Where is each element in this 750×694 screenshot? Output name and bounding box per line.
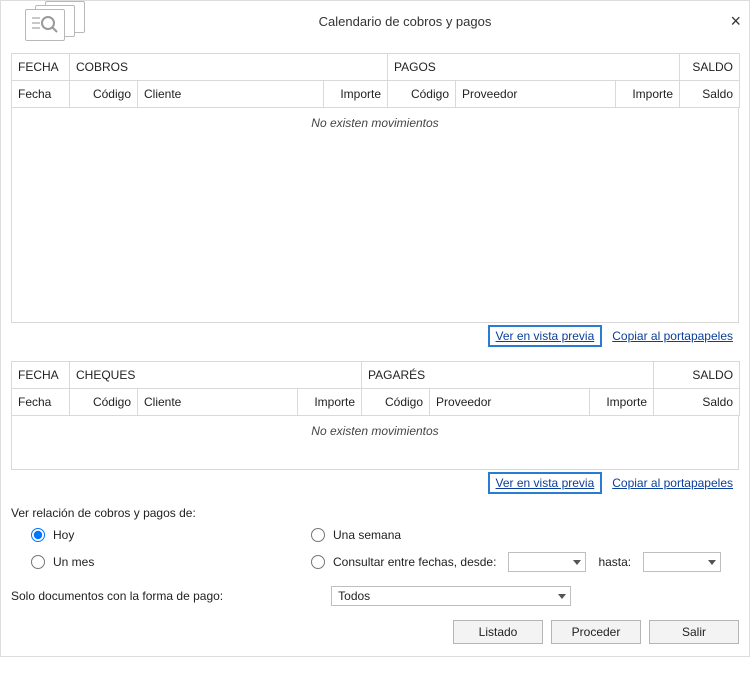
filter-title: Ver relación de cobros y pagos de: [11, 506, 739, 520]
radio-entre-input[interactable] [311, 555, 325, 569]
preview-link[interactable]: Ver en vista previa [490, 474, 601, 492]
empty-message: No existen movimientos [311, 424, 438, 438]
radio-entre-label: Consultar entre fechas, desde: [333, 555, 496, 569]
col-importe-pagos: Importe [616, 81, 680, 108]
preview-link[interactable]: Ver en vista previa [490, 327, 601, 345]
col-codigo-cheques: Código [70, 389, 138, 416]
dialog-title: Calendario de cobros y pagos [99, 14, 711, 29]
filter-controls: Ver relación de cobros y pagos de: Hoy U… [11, 502, 739, 606]
chevron-down-icon [573, 560, 581, 565]
radio-entre-fechas-row: Consultar entre fechas, desde: hasta: [311, 552, 739, 572]
radio-hoy-input[interactable] [31, 528, 45, 542]
table1-body: No existen movimientos [11, 108, 739, 323]
group-saldo: SALDO [680, 54, 740, 81]
title-bar: Calendario de cobros y pagos × [1, 1, 749, 41]
radio-semana-label: Una semana [333, 528, 401, 542]
radio-semana-input[interactable] [311, 528, 325, 542]
col-importe-cheques: Importe [298, 389, 362, 416]
radio-hoy-label: Hoy [53, 528, 74, 542]
radio-mes[interactable]: Un mes [31, 552, 311, 572]
col-cliente: Cliente [138, 389, 298, 416]
copy-clipboard-link[interactable]: Copiar al portapapeles [606, 327, 739, 345]
group-pagos: PAGOS [388, 54, 680, 81]
radio-hoy[interactable]: Hoy [31, 528, 311, 542]
listado-button[interactable]: Listado [453, 620, 543, 644]
proceder-button[interactable]: Proceder [551, 620, 641, 644]
group-header-row: FECHA CHEQUES PAGARÉS SALDO [12, 362, 740, 389]
table2-body: No existen movimientos [11, 416, 739, 470]
magnifier-icon [30, 13, 60, 38]
chevron-down-icon [708, 560, 716, 565]
dialog-content: FECHA COBROS PAGOS SALDO Fecha Código Cl… [1, 41, 749, 656]
salir-button[interactable]: Salir [649, 620, 739, 644]
col-proveedor: Proveedor [456, 81, 616, 108]
col-proveedor: Proveedor [430, 389, 590, 416]
col-saldo: Saldo [654, 389, 740, 416]
col-codigo-pagares: Código [362, 389, 430, 416]
group-cobros: COBROS [70, 54, 388, 81]
col-importe-cobros: Importe [324, 81, 388, 108]
date-from[interactable] [508, 552, 586, 572]
app-icon [9, 1, 99, 41]
payment-form-value: Todos [338, 589, 370, 603]
col-cliente: Cliente [138, 81, 324, 108]
hasta-label: hasta: [598, 555, 631, 569]
col-saldo: Saldo [680, 81, 740, 108]
date-to[interactable] [643, 552, 721, 572]
group-fecha: FECHA [12, 362, 70, 389]
chevron-down-icon [558, 594, 566, 599]
close-icon[interactable]: × [711, 11, 741, 32]
col-fecha: Fecha [12, 81, 70, 108]
radio-mes-label: Un mes [53, 555, 94, 569]
table1-links: Ver en vista previa Copiar al portapapel… [11, 323, 739, 355]
group-header-row: FECHA COBROS PAGOS SALDO [12, 54, 740, 81]
dialog-window: Calendario de cobros y pagos × FECHA COB… [0, 0, 750, 657]
group-saldo: SALDO [654, 362, 740, 389]
table2-links: Ver en vista previa Copiar al portapapel… [11, 470, 739, 502]
group-fecha: FECHA [12, 54, 70, 81]
radio-semana[interactable]: Una semana [311, 528, 739, 542]
copy-clipboard-link[interactable]: Copiar al portapapeles [606, 474, 739, 492]
movements-table-2: FECHA CHEQUES PAGARÉS SALDO Fecha Código… [11, 361, 740, 416]
dialog-buttons: Listado Proceder Salir [11, 606, 739, 646]
group-cheques: CHEQUES [70, 362, 362, 389]
col-importe-pagares: Importe [590, 389, 654, 416]
column-header-row: Fecha Código Cliente Importe Código Prov… [12, 81, 740, 108]
col-fecha: Fecha [12, 389, 70, 416]
empty-message: No existen movimientos [311, 116, 438, 130]
column-header-row: Fecha Código Cliente Importe Código Prov… [12, 389, 740, 416]
group-pagares: PAGARÉS [362, 362, 654, 389]
movements-table-1: FECHA COBROS PAGOS SALDO Fecha Código Cl… [11, 53, 740, 108]
payment-form-label: Solo documentos con la forma de pago: [11, 589, 223, 603]
col-codigo-cobros: Código [70, 81, 138, 108]
payment-form-select[interactable]: Todos [331, 586, 571, 606]
payment-form-row: Solo documentos con la forma de pago: To… [11, 586, 739, 606]
radio-mes-input[interactable] [31, 555, 45, 569]
col-codigo-pagos: Código [388, 81, 456, 108]
